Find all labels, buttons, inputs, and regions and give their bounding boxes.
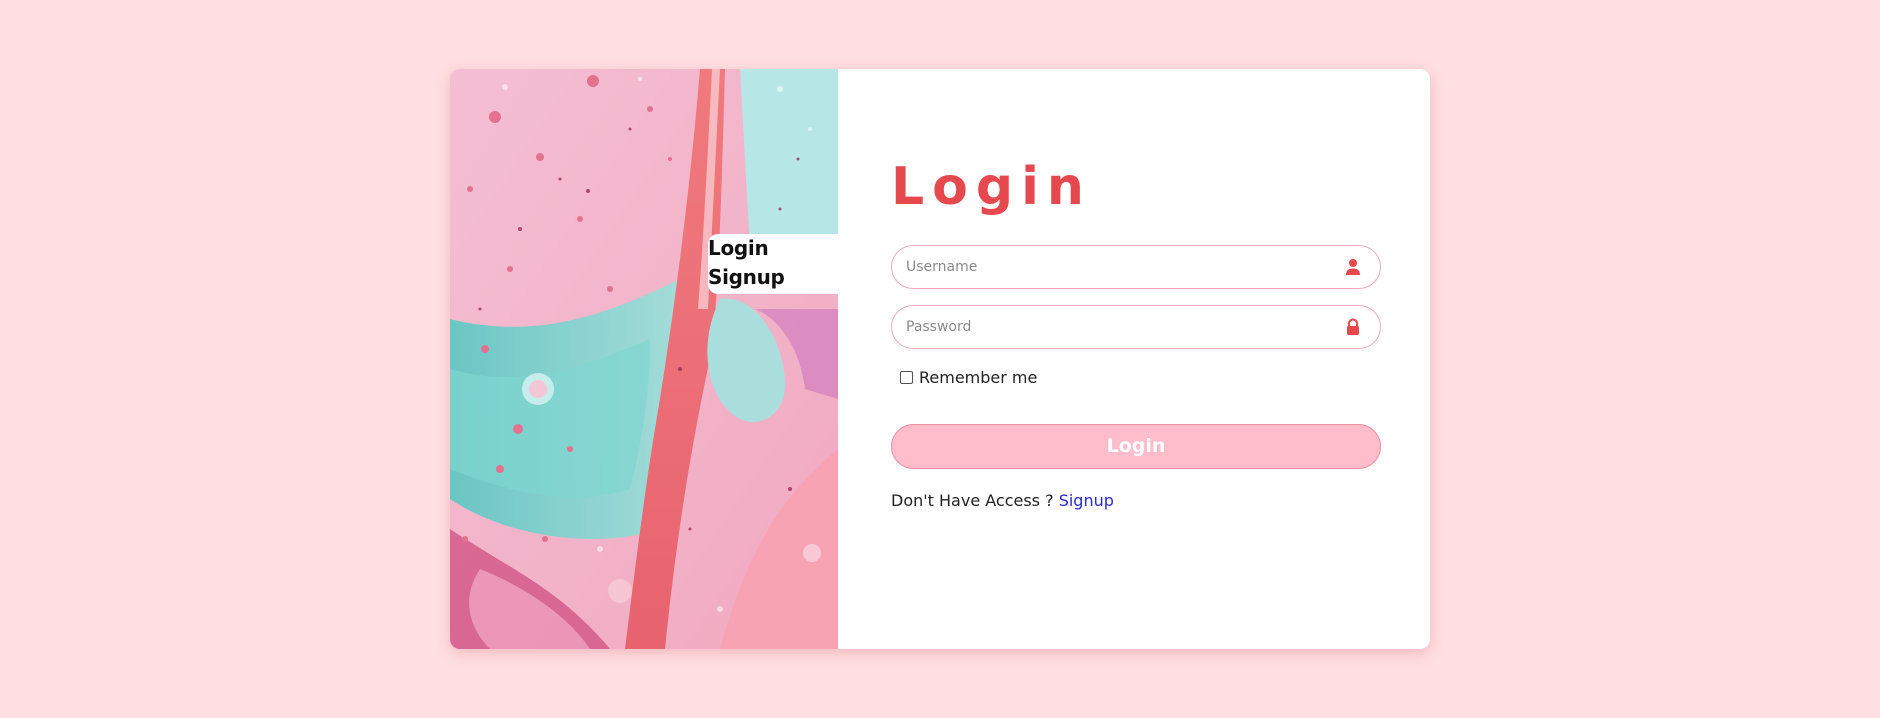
switch-login-link[interactable]: Login xyxy=(708,236,769,260)
login-form: Login Remember me Login Don't Have Acces… xyxy=(838,69,1430,649)
lock-icon xyxy=(1347,318,1359,335)
signup-link[interactable]: Signup xyxy=(1059,491,1114,510)
login-card: Login Signup Login Remember me Login xyxy=(450,69,1430,649)
username-field[interactable] xyxy=(891,245,1381,289)
decorative-image-panel: Login Signup xyxy=(450,69,838,649)
signup-prompt: Don't Have Access ? Signup xyxy=(891,491,1114,510)
username-input[interactable] xyxy=(906,246,1326,288)
remember-me-label: Remember me xyxy=(919,368,1038,387)
password-input[interactable] xyxy=(906,306,1326,348)
page-title: Login xyxy=(891,157,1092,217)
user-icon xyxy=(1346,259,1360,275)
password-field[interactable] xyxy=(891,305,1381,349)
remember-me: Remember me xyxy=(900,368,1037,387)
access-prompt-text: Don't Have Access ? xyxy=(891,491,1054,510)
form-switcher: Login Signup xyxy=(708,234,838,294)
remember-me-checkbox[interactable] xyxy=(900,371,913,384)
switch-signup-link[interactable]: Signup xyxy=(708,265,785,289)
abstract-fluid-art xyxy=(450,69,838,649)
login-button[interactable]: Login xyxy=(891,424,1381,469)
